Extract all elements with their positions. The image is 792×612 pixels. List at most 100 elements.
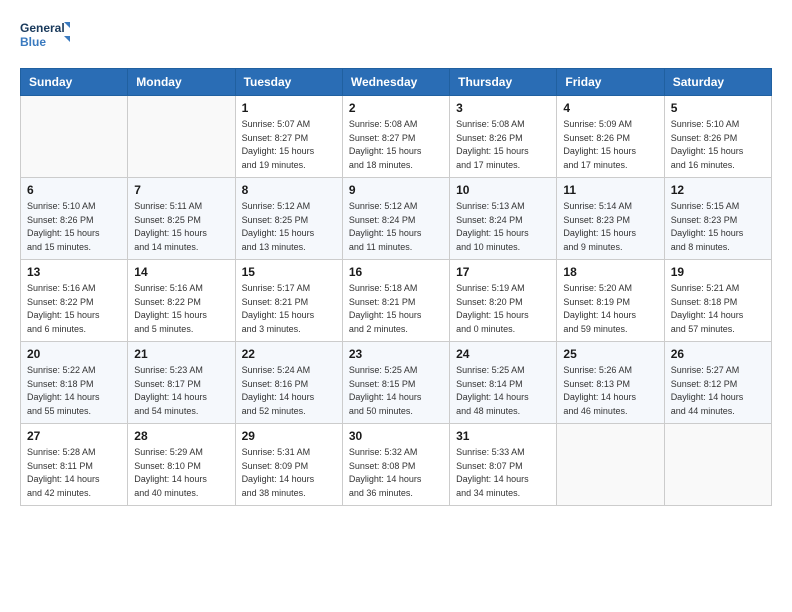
calendar-cell: 22 Sunrise: 5:24 AMSunset: 8:16 PMDayligh… bbox=[235, 342, 342, 424]
day-info: Sunrise: 5:10 AMSunset: 8:26 PMDaylight:… bbox=[671, 118, 765, 172]
calendar-cell bbox=[557, 424, 664, 506]
day-number: 5 bbox=[671, 101, 765, 115]
day-number: 23 bbox=[349, 347, 443, 361]
calendar-cell: 15 Sunrise: 5:17 AMSunset: 8:21 PMDayligh… bbox=[235, 260, 342, 342]
calendar-cell: 8 Sunrise: 5:12 AMSunset: 8:25 PMDaylight… bbox=[235, 178, 342, 260]
svg-text:Blue: Blue bbox=[20, 35, 46, 49]
day-number: 12 bbox=[671, 183, 765, 197]
day-info: Sunrise: 5:32 AMSunset: 8:08 PMDaylight:… bbox=[349, 446, 443, 500]
day-info: Sunrise: 5:15 AMSunset: 8:23 PMDaylight:… bbox=[671, 200, 765, 254]
day-number: 2 bbox=[349, 101, 443, 115]
calendar: SundayMondayTuesdayWednesdayThursdayFrid… bbox=[20, 68, 772, 506]
day-info: Sunrise: 5:09 AMSunset: 8:26 PMDaylight:… bbox=[563, 118, 657, 172]
day-number: 25 bbox=[563, 347, 657, 361]
calendar-cell: 13 Sunrise: 5:16 AMSunset: 8:22 PMDayligh… bbox=[21, 260, 128, 342]
calendar-cell: 18 Sunrise: 5:20 AMSunset: 8:19 PMDayligh… bbox=[557, 260, 664, 342]
day-number: 7 bbox=[134, 183, 228, 197]
weekday-header-saturday: Saturday bbox=[664, 69, 771, 96]
day-number: 9 bbox=[349, 183, 443, 197]
day-info: Sunrise: 5:22 AMSunset: 8:18 PMDaylight:… bbox=[27, 364, 121, 418]
day-info: Sunrise: 5:25 AMSunset: 8:14 PMDaylight:… bbox=[456, 364, 550, 418]
day-info: Sunrise: 5:27 AMSunset: 8:12 PMDaylight:… bbox=[671, 364, 765, 418]
day-info: Sunrise: 5:23 AMSunset: 8:17 PMDaylight:… bbox=[134, 364, 228, 418]
calendar-cell: 4 Sunrise: 5:09 AMSunset: 8:26 PMDaylight… bbox=[557, 96, 664, 178]
day-info: Sunrise: 5:28 AMSunset: 8:11 PMDaylight:… bbox=[27, 446, 121, 500]
calendar-cell: 27Sunrise: 5:28 AMSunset: 8:11 PMDayligh… bbox=[21, 424, 128, 506]
day-info: Sunrise: 5:16 AMSunset: 8:22 PMDaylight:… bbox=[134, 282, 228, 336]
page-header: General Blue bbox=[20, 16, 772, 56]
day-info: Sunrise: 5:26 AMSunset: 8:13 PMDaylight:… bbox=[563, 364, 657, 418]
calendar-cell: 1Sunrise: 5:07 AMSunset: 8:27 PMDaylight… bbox=[235, 96, 342, 178]
calendar-cell: 6 Sunrise: 5:10 AMSunset: 8:26 PMDaylight… bbox=[21, 178, 128, 260]
calendar-cell: 30 Sunrise: 5:32 AMSunset: 8:08 PMDayligh… bbox=[342, 424, 449, 506]
calendar-cell: 20 Sunrise: 5:22 AMSunset: 8:18 PMDayligh… bbox=[21, 342, 128, 424]
day-number: 19 bbox=[671, 265, 765, 279]
calendar-cell: 29Sunrise: 5:31 AMSunset: 8:09 PMDayligh… bbox=[235, 424, 342, 506]
day-info: Sunrise: 5:08 AMSunset: 8:26 PMDaylight:… bbox=[456, 118, 550, 172]
day-number: 6 bbox=[27, 183, 121, 197]
day-info: Sunrise: 5:20 AMSunset: 8:19 PMDaylight:… bbox=[563, 282, 657, 336]
week-row-3: 13 Sunrise: 5:16 AMSunset: 8:22 PMDayligh… bbox=[21, 260, 772, 342]
week-row-1: 1Sunrise: 5:07 AMSunset: 8:27 PMDaylight… bbox=[21, 96, 772, 178]
calendar-cell: 2Sunrise: 5:08 AMSunset: 8:27 PMDaylight… bbox=[342, 96, 449, 178]
day-info: Sunrise: 5:17 AMSunset: 8:21 PMDaylight:… bbox=[242, 282, 336, 336]
calendar-cell: 7 Sunrise: 5:11 AMSunset: 8:25 PMDaylight… bbox=[128, 178, 235, 260]
calendar-cell: 31 Sunrise: 5:33 AMSunset: 8:07 PMDayligh… bbox=[450, 424, 557, 506]
day-info: Sunrise: 5:10 AMSunset: 8:26 PMDaylight:… bbox=[27, 200, 121, 254]
day-info: Sunrise: 5:18 AMSunset: 8:21 PMDaylight:… bbox=[349, 282, 443, 336]
day-info: Sunrise: 5:12 AMSunset: 8:24 PMDaylight:… bbox=[349, 200, 443, 254]
calendar-cell: 9 Sunrise: 5:12 AMSunset: 8:24 PMDaylight… bbox=[342, 178, 449, 260]
week-row-4: 20 Sunrise: 5:22 AMSunset: 8:18 PMDayligh… bbox=[21, 342, 772, 424]
day-info: Sunrise: 5:13 AMSunset: 8:24 PMDaylight:… bbox=[456, 200, 550, 254]
calendar-cell: 28 Sunrise: 5:29 AMSunset: 8:10 PMDayligh… bbox=[128, 424, 235, 506]
calendar-cell: 11 Sunrise: 5:14 AMSunset: 8:23 PMDayligh… bbox=[557, 178, 664, 260]
day-number: 8 bbox=[242, 183, 336, 197]
day-number: 26 bbox=[671, 347, 765, 361]
day-info: Sunrise: 5:07 AMSunset: 8:27 PMDaylight:… bbox=[242, 118, 336, 172]
day-number: 28 bbox=[134, 429, 228, 443]
weekday-header-monday: Monday bbox=[128, 69, 235, 96]
week-row-2: 6 Sunrise: 5:10 AMSunset: 8:26 PMDaylight… bbox=[21, 178, 772, 260]
calendar-cell: 26 Sunrise: 5:27 AMSunset: 8:12 PMDayligh… bbox=[664, 342, 771, 424]
day-number: 11 bbox=[563, 183, 657, 197]
day-info: Sunrise: 5:25 AMSunset: 8:15 PMDaylight:… bbox=[349, 364, 443, 418]
day-number: 22 bbox=[242, 347, 336, 361]
logo-svg: General Blue bbox=[20, 16, 70, 56]
calendar-cell: 24Sunrise: 5:25 AMSunset: 8:14 PMDayligh… bbox=[450, 342, 557, 424]
day-number: 15 bbox=[242, 265, 336, 279]
day-info: Sunrise: 5:21 AMSunset: 8:18 PMDaylight:… bbox=[671, 282, 765, 336]
calendar-cell: 21 Sunrise: 5:23 AMSunset: 8:17 PMDayligh… bbox=[128, 342, 235, 424]
day-info: Sunrise: 5:14 AMSunset: 8:23 PMDaylight:… bbox=[563, 200, 657, 254]
weekday-header-wednesday: Wednesday bbox=[342, 69, 449, 96]
calendar-cell bbox=[664, 424, 771, 506]
day-number: 3 bbox=[456, 101, 550, 115]
day-number: 4 bbox=[563, 101, 657, 115]
day-info: Sunrise: 5:16 AMSunset: 8:22 PMDaylight:… bbox=[27, 282, 121, 336]
day-info: Sunrise: 5:24 AMSunset: 8:16 PMDaylight:… bbox=[242, 364, 336, 418]
day-number: 29 bbox=[242, 429, 336, 443]
day-number: 30 bbox=[349, 429, 443, 443]
day-info: Sunrise: 5:12 AMSunset: 8:25 PMDaylight:… bbox=[242, 200, 336, 254]
day-number: 16 bbox=[349, 265, 443, 279]
day-number: 21 bbox=[134, 347, 228, 361]
day-number: 17 bbox=[456, 265, 550, 279]
calendar-cell: 16 Sunrise: 5:18 AMSunset: 8:21 PMDayligh… bbox=[342, 260, 449, 342]
day-number: 18 bbox=[563, 265, 657, 279]
calendar-cell: 23 Sunrise: 5:25 AMSunset: 8:15 PMDayligh… bbox=[342, 342, 449, 424]
calendar-cell: 25 Sunrise: 5:26 AMSunset: 8:13 PMDayligh… bbox=[557, 342, 664, 424]
calendar-cell: 10Sunrise: 5:13 AMSunset: 8:24 PMDayligh… bbox=[450, 178, 557, 260]
calendar-cell bbox=[21, 96, 128, 178]
day-info: Sunrise: 5:33 AMSunset: 8:07 PMDaylight:… bbox=[456, 446, 550, 500]
calendar-cell: 17Sunrise: 5:19 AMSunset: 8:20 PMDayligh… bbox=[450, 260, 557, 342]
day-number: 13 bbox=[27, 265, 121, 279]
weekday-header-row: SundayMondayTuesdayWednesdayThursdayFrid… bbox=[21, 69, 772, 96]
weekday-header-tuesday: Tuesday bbox=[235, 69, 342, 96]
logo: General Blue bbox=[20, 16, 70, 56]
day-number: 31 bbox=[456, 429, 550, 443]
day-info: Sunrise: 5:29 AMSunset: 8:10 PMDaylight:… bbox=[134, 446, 228, 500]
calendar-cell: 5 Sunrise: 5:10 AMSunset: 8:26 PMDaylight… bbox=[664, 96, 771, 178]
calendar-cell: 19 Sunrise: 5:21 AMSunset: 8:18 PMDayligh… bbox=[664, 260, 771, 342]
day-info: Sunrise: 5:11 AMSunset: 8:25 PMDaylight:… bbox=[134, 200, 228, 254]
day-number: 20 bbox=[27, 347, 121, 361]
weekday-header-thursday: Thursday bbox=[450, 69, 557, 96]
